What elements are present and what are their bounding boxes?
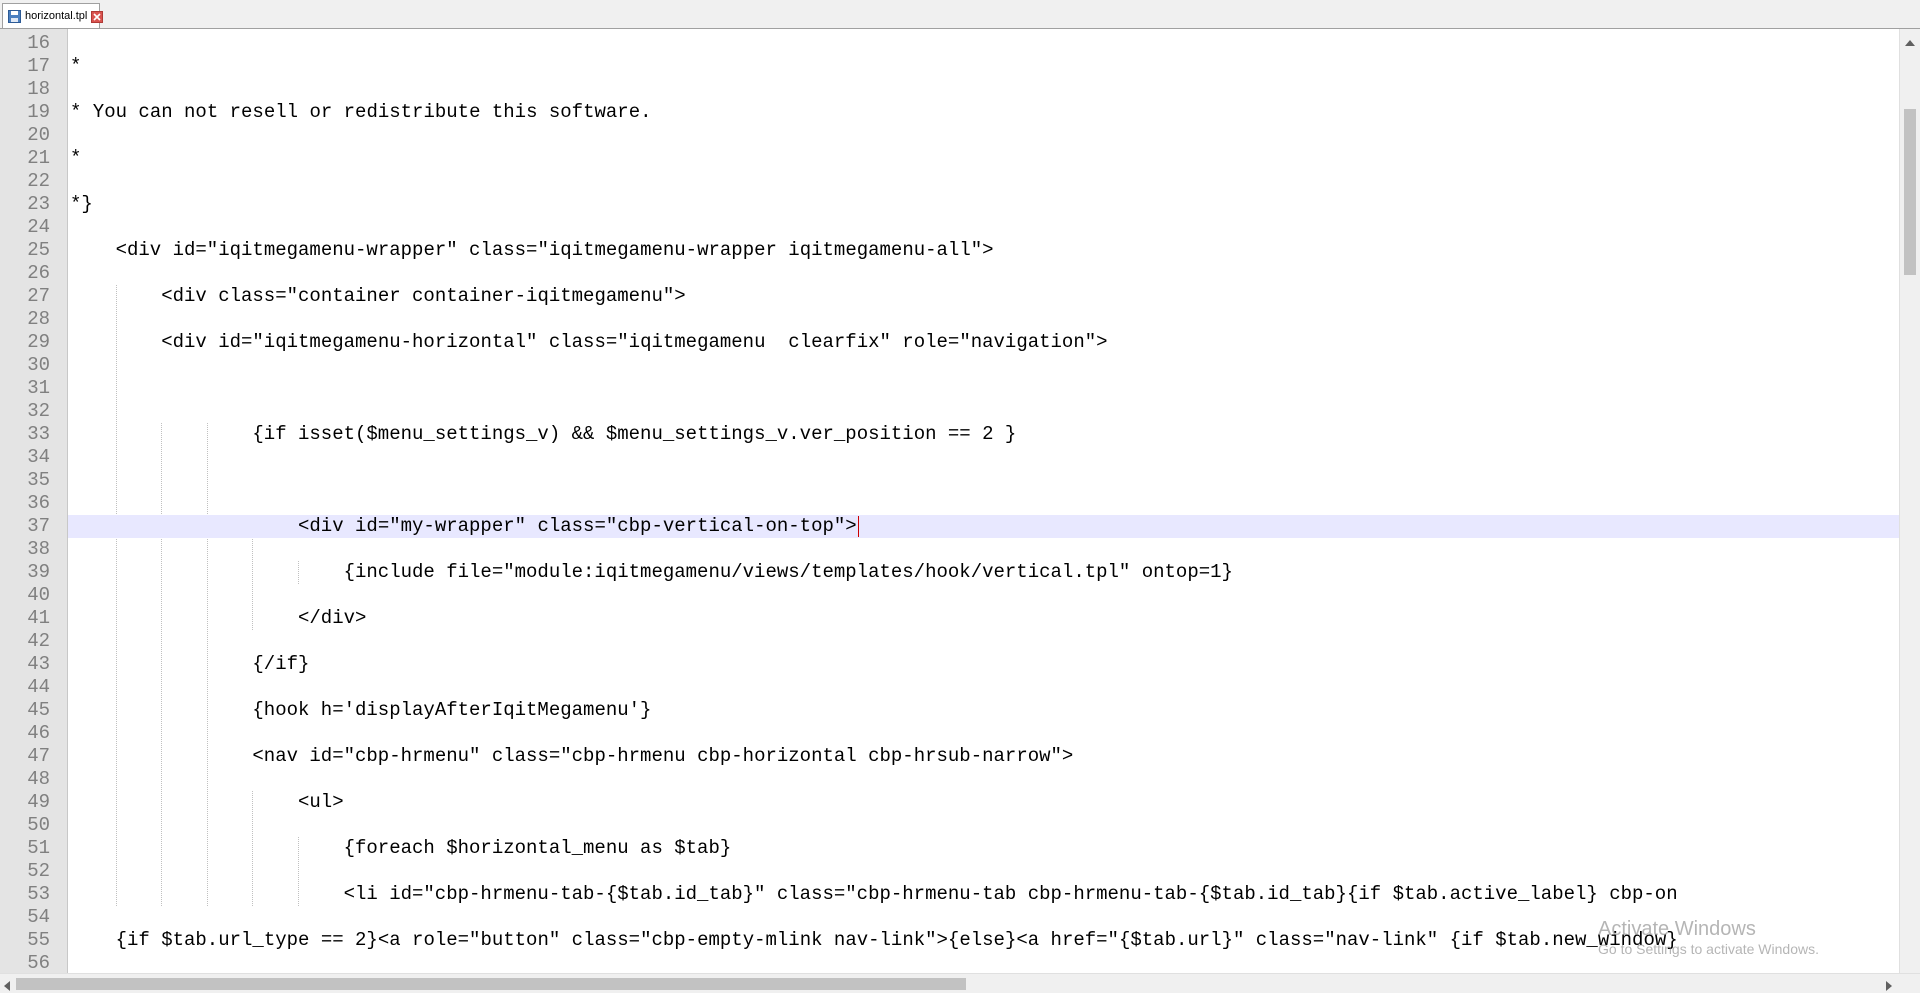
code-line: * You can not resell or redistribute thi… [70, 101, 652, 123]
vertical-scrollbar[interactable] [1899, 29, 1920, 973]
line-number: 40 [27, 584, 50, 606]
text-caret [857, 516, 859, 537]
tab-filename: horizontal.tpl [25, 10, 88, 22]
scroll-up-icon[interactable] [1905, 33, 1915, 51]
line-number: 55 [27, 929, 50, 951]
line-number: 42 [27, 630, 50, 652]
code-line: <div id="iqitmegamenu-horizontal" class=… [161, 331, 1108, 353]
vertical-scroll-thumb[interactable] [1904, 109, 1916, 275]
line-number: 44 [27, 676, 50, 698]
code-line: <div id="my-wrapper" class="cbp-vertical… [298, 515, 857, 537]
line-number: 32 [27, 400, 50, 422]
line-number: 26 [27, 262, 50, 284]
line-number: 53 [27, 883, 50, 905]
line-number: 34 [27, 446, 50, 468]
line-number: 41 [27, 607, 50, 629]
line-number: 22 [27, 170, 50, 192]
line-number: 27 [27, 285, 50, 307]
code-line: <ul> [298, 791, 344, 813]
code-line: </div> [298, 607, 367, 629]
indent-guide [298, 837, 299, 906]
line-number: 16 [27, 32, 50, 54]
save-file-icon [8, 9, 21, 23]
line-number: 25 [27, 239, 50, 261]
line-number: 28 [27, 308, 50, 330]
line-number: 35 [27, 469, 50, 491]
line-number: 36 [27, 492, 50, 514]
indent-guide [298, 561, 299, 584]
scroll-right-icon[interactable] [1886, 978, 1892, 996]
scroll-left-icon[interactable] [4, 978, 10, 996]
tab-bar: horizontal.tpl [0, 0, 1920, 29]
code-line: <div id="iqitmegamenu-wrapper" class="iq… [115, 239, 994, 261]
line-number: 52 [27, 860, 50, 882]
horizontal-scroll-thumb[interactable] [16, 978, 966, 990]
line-number: 50 [27, 814, 50, 836]
line-number: 47 [27, 745, 50, 767]
line-number: 38 [27, 538, 50, 560]
line-number: 37 [27, 515, 50, 537]
code-line: {include file="module:iqitmegamenu/views… [343, 561, 1233, 583]
code-line: *} [70, 193, 93, 215]
line-number: 30 [27, 354, 50, 376]
code-line: <nav id="cbp-hrmenu" class="cbp-hrmenu c… [252, 745, 1074, 767]
code-line: * [70, 55, 82, 77]
indent-guide [206, 423, 208, 906]
line-number: 29 [27, 331, 50, 353]
line-number-gutter: 16 17 18 19 20 21 22 23 24 25 26 27 28 29 30 31 32 33 34 35… [0, 29, 68, 974]
line-number: 33 [27, 423, 50, 445]
code-line: {foreach $horizontal_menu as $tab} [343, 837, 732, 859]
code-line: <li id="cbp-hrmenu-tab-{$tab.id_tab}" cl… [343, 883, 1678, 905]
code-line: {/if} [252, 653, 310, 675]
line-number: 39 [27, 561, 50, 583]
line-number: 49 [27, 791, 50, 813]
line-number: 21 [27, 147, 50, 169]
line-number: 46 [27, 722, 50, 744]
line-number: 24 [27, 216, 50, 238]
code-line: * [70, 147, 82, 169]
line-number: 23 [27, 193, 50, 215]
code-line: <div class="container container-iqitmega… [161, 285, 686, 307]
code-line: {hook h='displayAfterIqitMegamenu'} [252, 699, 652, 721]
line-number: 17 [27, 55, 50, 77]
indent-guide [161, 423, 163, 906]
code-line: {if $tab.url_type == 2}<a role="button" … [115, 929, 1678, 951]
file-tab[interactable]: horizontal.tpl [2, 3, 104, 28]
line-number: 43 [27, 653, 50, 675]
code-area[interactable]: * * You can not resell or redistribute th… [68, 29, 1899, 973]
line-number: 51 [27, 837, 50, 859]
code-editor[interactable]: 16 17 18 19 20 21 22 23 24 25 26 27 28 29 30 31 32 33 34 35… [0, 29, 1920, 974]
indent-guide [252, 791, 254, 906]
horizontal-scrollbar[interactable] [0, 973, 1920, 993]
indent-guide [115, 285, 117, 906]
line-number: 19 [27, 101, 50, 123]
line-number: 31 [27, 377, 50, 399]
line-number: 18 [27, 78, 50, 100]
line-number: 20 [27, 124, 50, 146]
line-number: 56 [27, 952, 50, 974]
line-number: 45 [27, 699, 50, 721]
line-number: 48 [27, 768, 50, 790]
close-tab-icon[interactable] [91, 10, 104, 23]
line-number: 54 [27, 906, 50, 928]
code-line: {if isset($menu_settings_v) && $menu_set… [252, 423, 1017, 445]
